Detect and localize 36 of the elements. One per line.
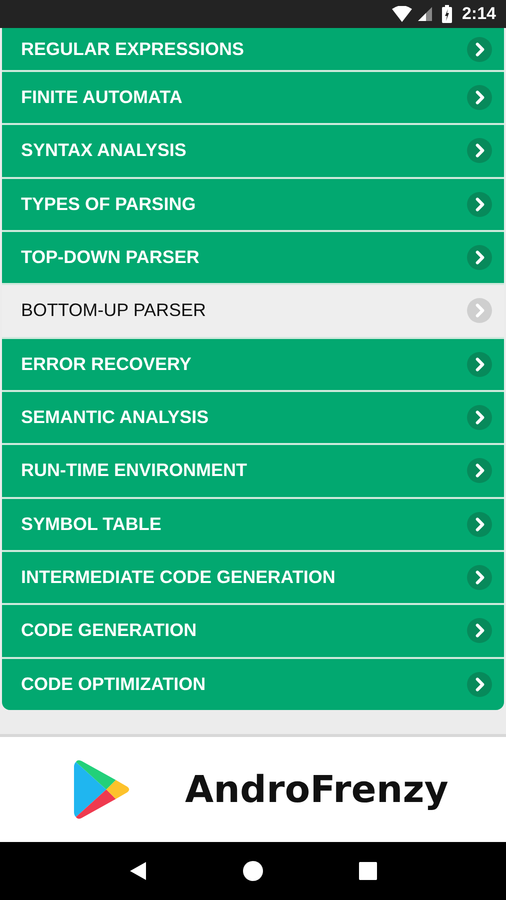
topic-item[interactable]: SYNTAX ANALYSIS: [2, 125, 504, 177]
battery-icon: [442, 5, 452, 23]
topic-item[interactable]: ERROR RECOVERY: [2, 338, 504, 390]
back-icon[interactable]: [128, 861, 148, 881]
chevron-right-icon: [467, 298, 492, 324]
chevron-right-icon: [467, 245, 492, 270]
topic-item[interactable]: REGULAR EXPRESSIONS: [2, 28, 504, 70]
ad-banner[interactable]: AndroFrenzy: [0, 737, 506, 842]
chevron-right-icon: [467, 565, 492, 590]
recents-icon[interactable]: [358, 861, 378, 881]
topic-item[interactable]: SEMANTIC ANALYSIS: [2, 392, 504, 444]
chevron-right-icon: [467, 618, 492, 644]
topic-item[interactable]: TYPES OF PARSING: [2, 178, 504, 230]
topic-item[interactable]: BOTTOM-UP PARSER: [2, 285, 504, 337]
signal-icon: [418, 7, 432, 21]
topic-item[interactable]: SYMBOL TABLE: [2, 498, 504, 550]
wifi-icon: [392, 6, 412, 22]
topic-item[interactable]: FINITE AUTOMATA: [2, 72, 504, 124]
chevron-right-icon: [467, 458, 492, 484]
play-store-icon: [74, 759, 131, 820]
home-icon[interactable]: [242, 861, 263, 881]
chevron-right-icon: [467, 36, 492, 62]
brand-name: AndroFrenzy: [185, 768, 448, 811]
chevron-right-icon: [467, 192, 492, 217]
topic-item[interactable]: TOP-DOWN PARSER: [2, 232, 504, 284]
chevron-right-icon: [467, 85, 492, 110]
chevron-right-icon: [467, 405, 492, 430]
topic-item[interactable]: INTERMEDIATE CODE GENERATION: [2, 552, 504, 604]
chevron-right-icon: [467, 138, 492, 164]
topic-item[interactable]: RUN-TIME ENVIRONMENT: [2, 445, 504, 497]
chevron-right-icon: [467, 672, 492, 697]
status-time: 2:14: [462, 4, 496, 24]
chevron-right-icon: [467, 512, 492, 537]
topic-item[interactable]: CODE GENERATION: [2, 605, 504, 657]
topic-item[interactable]: CODE OPTIMIZATION: [2, 658, 504, 710]
chevron-right-icon: [467, 352, 492, 377]
